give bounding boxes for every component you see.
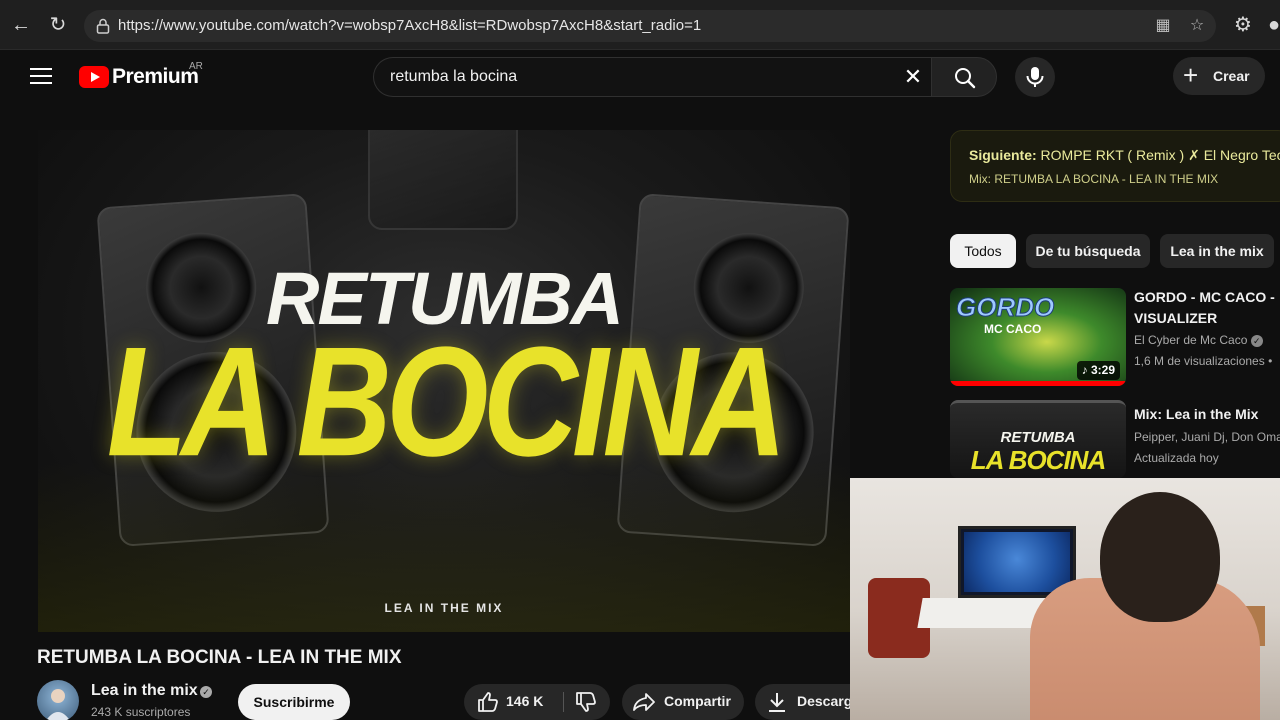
monitor-screen — [964, 532, 1070, 592]
download-icon — [769, 693, 785, 712]
recommendation-views: 1,6 M de visualizaciones • — [1134, 354, 1273, 368]
like-button[interactable]: 146 K — [464, 684, 562, 720]
avatar-person-icon — [46, 689, 70, 720]
verified-badge-icon: ✓ — [1250, 334, 1263, 347]
star-icon[interactable]: ☆ — [1188, 17, 1206, 35]
up-next-title: Siguiente: ROMPE RKT ( Remix ) ✗ El Negr… — [969, 147, 1280, 164]
microphone-icon — [1026, 67, 1044, 87]
chip-lea-in-the-mix[interactable]: Lea in the mix — [1160, 234, 1274, 268]
watch-progress-bar — [950, 381, 1126, 386]
thumbnail-subtext: MC CACO — [984, 322, 1042, 336]
up-next-card[interactable]: Siguiente: ROMPE RKT ( Remix ) ✗ El Negr… — [950, 130, 1280, 202]
create-button[interactable]: + Crear — [1173, 57, 1265, 95]
url-text[interactable]: https://www.youtube.com/watch?v=wobsp7Ax… — [118, 17, 701, 34]
recommendation-thumbnail[interactable]: RETUMBA LA BOCINA — [950, 400, 1126, 478]
thumbnail-text: GORDO — [955, 292, 1055, 323]
back-icon[interactable]: ← — [9, 13, 33, 37]
like-dislike-group: 146 K — [464, 684, 610, 720]
extensions-icon[interactable]: ⚙ — [1231, 13, 1255, 37]
recommendation-title[interactable]: Mix: Lea in the Mix — [1134, 404, 1258, 425]
thumbs-down-icon — [576, 692, 596, 712]
share-button[interactable]: Compartir — [622, 684, 744, 720]
region-code: AR — [189, 61, 203, 72]
recommendation-title[interactable]: GORDO - MC CACO - VISUALIZER — [1134, 287, 1275, 329]
like-count: 146 K — [506, 693, 544, 709]
create-label: Crear — [1213, 68, 1250, 84]
channel-avatar[interactable] — [37, 680, 79, 720]
voice-search-button[interactable] — [1015, 57, 1055, 97]
youtube-play-icon — [79, 66, 109, 88]
share-arrow-icon — [633, 693, 655, 711]
up-next-mix: Mix: RETUMBA LA BOCINA - LEA IN THE MIX — [969, 172, 1219, 186]
recommendation-channel[interactable]: Peipper, Juani Dj, Don Omar — [1134, 427, 1280, 448]
recommendation-thumbnail[interactable]: GORDO MC CACO ♪ 3:29 — [950, 288, 1126, 386]
speaker-center-graphic — [368, 130, 518, 230]
music-note-icon: ♪ — [1081, 363, 1091, 377]
webcam-overlay — [850, 478, 1280, 720]
share-label: Compartir — [664, 693, 731, 709]
search-icon — [955, 68, 976, 89]
clear-search-icon[interactable]: ✕ — [901, 65, 925, 89]
thumbnail-subtext: LA BOCINA — [970, 445, 1106, 475]
channel-name[interactable]: Lea in the mix — [91, 682, 198, 700]
duration-text: 3:29 — [1090, 363, 1115, 377]
browser-toolbar: ← ↻ https://www.youtube.com/watch?v=wobs… — [0, 0, 1280, 50]
youtube-header: Premium AR retumba la bocina ✕ + Crear — [0, 50, 1280, 106]
person-head-graphic — [1100, 492, 1220, 622]
recommendation-channel-name: El Cyber de Mc Caco — [1134, 333, 1248, 347]
search-input[interactable]: retumba la bocina ✕ — [373, 57, 931, 97]
subscriber-count: 243 K suscriptores — [91, 705, 191, 719]
up-next-label: Siguiente: — [969, 147, 1037, 163]
thumbnail-text: RETUMBA — [1000, 429, 1076, 446]
app-grid-icon[interactable]: ▦ — [1154, 17, 1172, 35]
thumbnail-credit: LEA IN THE MIX — [384, 601, 504, 615]
recommendation-title-line2: VISUALIZER — [1134, 310, 1218, 326]
chip-todos[interactable]: Todos — [950, 234, 1016, 268]
menu-icon[interactable] — [30, 68, 52, 86]
lock-icon — [96, 18, 110, 34]
search-button[interactable] — [931, 57, 997, 97]
up-next-video: ROMPE RKT ( Remix ) ✗ El Negro Tecla — [1036, 147, 1280, 163]
address-bar[interactable]: https://www.youtube.com/watch?v=wobsp7Ax… — [84, 10, 1216, 42]
logo-text: Premium — [112, 65, 199, 88]
chip-de-tu-busqueda[interactable]: De tu búsqueda — [1026, 234, 1150, 268]
profile-icon[interactable]: ● — [1268, 13, 1280, 37]
recommendation-channel[interactable]: El Cyber de Mc Caco ✓ — [1134, 330, 1263, 351]
verified-badge-icon: ✓ — [200, 686, 212, 698]
youtube-premium-logo[interactable]: Premium AR — [79, 61, 209, 94]
duration-badge: ♪ 3:29 — [1076, 361, 1120, 380]
thumbnail-title-line2: LA BOCINA — [106, 314, 787, 489]
thumbs-up-icon — [478, 692, 498, 712]
dislike-button[interactable] — [564, 684, 610, 720]
recommendation-updated: Actualizada hoy — [1134, 451, 1219, 465]
video-player[interactable]: RETUMBA LA BOCINA LEA IN THE MIX — [38, 130, 850, 632]
plus-icon: + — [1183, 60, 1199, 90]
recommendation-title-line1: GORDO - MC CACO - — [1134, 289, 1275, 305]
reload-icon[interactable]: ↻ — [46, 13, 70, 37]
subscribe-button[interactable]: Suscribirme — [238, 684, 350, 720]
video-title: RETUMBA LA BOCINA - LEA IN THE MIX — [37, 647, 402, 668]
search-query[interactable]: retumba la bocina — [390, 68, 517, 86]
